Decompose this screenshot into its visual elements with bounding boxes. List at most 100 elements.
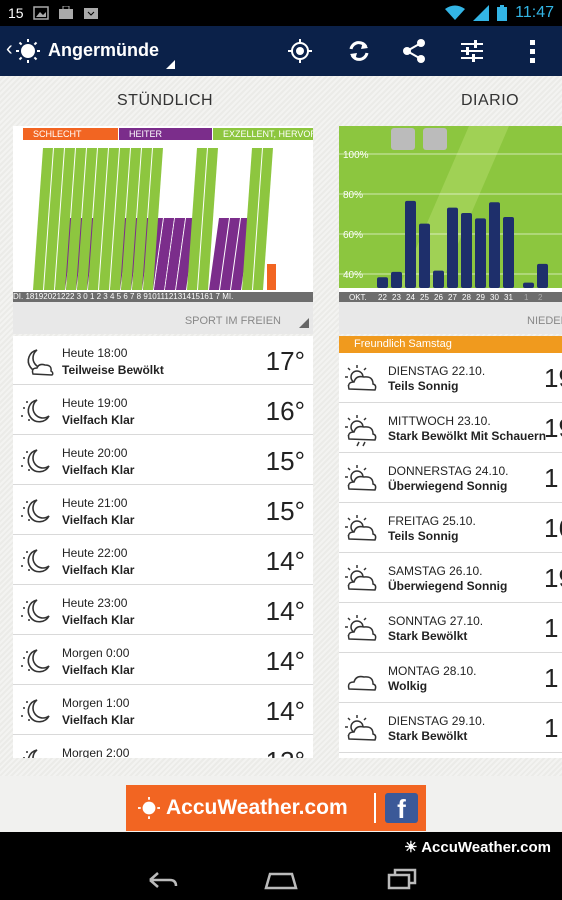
moon-stars-icon xyxy=(19,644,55,678)
moon-cloud-icon xyxy=(19,344,55,378)
accuweather-ad[interactable]: AccuWeather.com f xyxy=(126,785,426,831)
hourly-time: Morgen 2:00 xyxy=(62,746,130,758)
hourly-bar-bad xyxy=(267,264,276,290)
daily-precip-chart[interactable]: 100%80%60%40%20%OKT.22232425262728293031… xyxy=(339,126,562,302)
daily-row[interactable]: MITTWOCH 23.10. Stark Bewölkt Mit Schauer… xyxy=(339,403,562,453)
precip-bar xyxy=(405,200,416,288)
daily-heading[interactable]: DIARIO xyxy=(461,92,519,110)
daily-row[interactable]: DIENSTAG 29.10. Stark Bewölkt 1 xyxy=(339,703,562,753)
precip-bar xyxy=(419,223,430,288)
recents-icon[interactable] xyxy=(387,868,419,890)
daily-list[interactable]: DIENSTAG 22.10.Teils Sonnig19MITTWOCH 23… xyxy=(339,353,562,758)
x-tick-label: 26 xyxy=(434,293,443,302)
refresh-icon[interactable] xyxy=(346,38,372,64)
y-tick-label: 60% xyxy=(343,230,363,241)
hourly-axis-labels: DI. 18192021222 3 0 1 2 3 4 5 6 7 8 9101… xyxy=(13,292,313,302)
daily-row[interactable]: DIENSTAG 22.10.Teils Sonnig 19 xyxy=(339,353,562,403)
daily-condition: Stark Bewölkt xyxy=(388,629,468,643)
x-tick-label: 25 xyxy=(420,293,429,302)
x-tick-label: 31 xyxy=(504,293,513,302)
hourly-temp: 16° xyxy=(265,396,305,426)
locate-icon[interactable] xyxy=(287,38,313,64)
location-dropdown-indicator[interactable] xyxy=(166,60,175,69)
facebook-icon[interactable]: f xyxy=(385,793,418,824)
image-notification-icon xyxy=(32,6,49,20)
x-tick-label: 28 xyxy=(462,293,471,302)
accuweather-sun-icon[interactable] xyxy=(16,39,40,63)
precip-bar xyxy=(475,218,486,288)
outdoor-sport-selector[interactable]: SPORT IM FREIEN xyxy=(13,302,313,334)
hourly-temp: 14° xyxy=(265,546,305,576)
hourly-row[interactable]: Morgen 1:00 Vielfach Klar 14° xyxy=(13,686,313,735)
hourly-row[interactable]: Heute 19:00 Vielfach Klar 16° xyxy=(13,386,313,435)
x-tick-label: 30 xyxy=(490,293,499,302)
hourly-row[interactable]: Heute 22:00 Vielfach Klar 14° xyxy=(13,536,313,585)
hourly-condition: Vielfach Klar xyxy=(62,463,135,477)
hourly-temp: 15° xyxy=(265,496,305,526)
hourly-row[interactable]: Heute 21:00 Vielfach Klar 15° xyxy=(13,486,313,535)
precip-bar xyxy=(503,216,514,288)
daily-day: MONTAG 28.10. xyxy=(388,664,477,678)
location-title[interactable]: Angermünde xyxy=(48,40,159,61)
daily-row[interactable]: FREITAG 25.10.Teils Sonnig 16 xyxy=(339,503,562,553)
daily-row[interactable]: SONNTAG 27.10. Stark Bewölkt 1 xyxy=(339,603,562,653)
overflow-menu-icon[interactable] xyxy=(519,38,545,64)
daily-condition: Teils Sonnig xyxy=(388,529,459,543)
daily-banner: Freundlich Samstag xyxy=(339,336,562,353)
daily-row[interactable]: SAMSTAG 26.10.Überwiegend Sonnig 19 xyxy=(339,553,562,603)
ad-text: AccuWeather.com xyxy=(166,796,348,819)
hourly-row[interactable]: Morgen 0:00 Vielfach Klar 14° xyxy=(13,636,313,685)
precip-bar xyxy=(523,282,534,288)
home-icon[interactable] xyxy=(264,870,298,890)
daily-row[interactable]: DONNERSTAG 24.10. Überwiegend Sonnig 1 xyxy=(339,453,562,503)
wifi-icon xyxy=(445,5,466,20)
hourly-activity-chart[interactable]: SCHLECHT HEITER EXZELLENT, HERVOR DI. 18… xyxy=(13,126,313,302)
daily-temp: 19 xyxy=(544,563,562,593)
hourly-list[interactable]: Heute 18:00 Teilweise Bewölkt 17° Heute 19:… xyxy=(13,336,313,758)
y-tick-label: 100% xyxy=(343,150,369,161)
hourly-bars xyxy=(33,148,276,290)
daily-day: SONNTAG 27.10. xyxy=(388,614,484,628)
hourly-time: Morgen 1:00 xyxy=(62,696,130,710)
x-tick-label: 23 xyxy=(392,293,401,302)
hourly-time: Heute 22:00 xyxy=(62,546,128,560)
hourly-row[interactable]: Heute 23:00 Vielfach Klar 14° xyxy=(13,586,313,635)
x-tick-label: 2 xyxy=(538,293,543,302)
app-bar: ‹ Angermünde xyxy=(0,26,562,76)
sun-cloud-icon xyxy=(343,613,379,645)
hourly-time: Heute 20:00 xyxy=(62,446,128,460)
sun-cloud-icon xyxy=(343,463,379,495)
back-chevron-icon[interactable]: ‹ xyxy=(6,38,13,61)
hourly-row[interactable]: Heute 18:00 Teilweise Bewölkt 17° xyxy=(13,336,313,385)
precip-bar xyxy=(489,202,500,288)
daily-temp: 1 xyxy=(544,663,559,693)
x-tick-label: 29 xyxy=(476,293,485,302)
daily-temp: 1 xyxy=(544,613,559,643)
back-icon[interactable] xyxy=(146,870,178,890)
daily-condition: Wolkig xyxy=(388,679,428,693)
precip-bar xyxy=(447,207,458,288)
moon-stars-icon xyxy=(19,544,55,578)
system-nav-bar xyxy=(0,860,562,900)
hourly-row[interactable]: Morgen 2:00 13° xyxy=(13,736,313,758)
daily-temp: 1 xyxy=(544,713,559,743)
daily-condition: Stark Bewölkt xyxy=(388,729,468,743)
precip-bar xyxy=(537,263,548,288)
daily-temp: 16 xyxy=(544,513,562,543)
hourly-temp: 14° xyxy=(265,646,305,676)
hourly-row[interactable]: Heute 20:00 Vielfach Klar 15° xyxy=(13,436,313,485)
precip-selector[interactable]: NIEDER xyxy=(339,302,562,334)
sun-cloud-icon xyxy=(343,563,379,595)
hourly-time: Morgen 0:00 xyxy=(62,646,130,660)
brand-label: AccuWeather.com xyxy=(421,839,551,856)
notification-count: 15 xyxy=(8,5,24,21)
hourly-time: Heute 18:00 xyxy=(62,346,128,360)
precip-bar xyxy=(433,270,444,288)
hourly-temp: 14° xyxy=(265,696,305,726)
settings-sliders-icon[interactable] xyxy=(459,38,485,64)
share-icon[interactable] xyxy=(401,38,427,64)
daily-row[interactable]: MONTAG 28.10. Wolkig 1 xyxy=(339,653,562,703)
ad-divider xyxy=(374,793,376,823)
hourly-temp: 13° xyxy=(266,746,305,758)
daily-condition: Teils Sonnig xyxy=(388,379,459,393)
